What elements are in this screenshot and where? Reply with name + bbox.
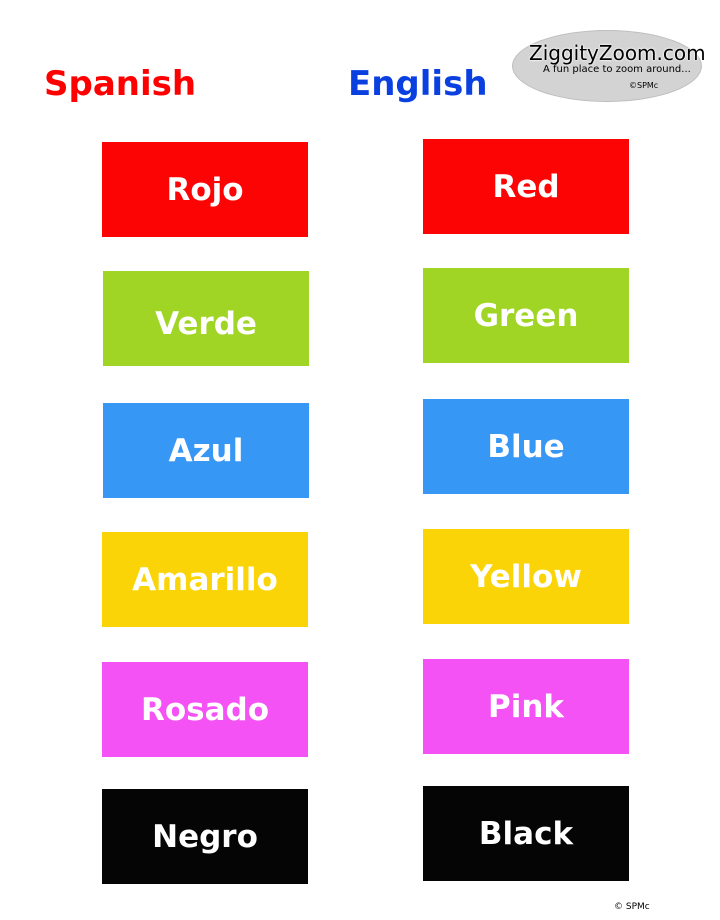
spanish-card: Rojo (102, 142, 308, 237)
card-label: Pink (487, 688, 565, 725)
footer-copyright: © SPMc (614, 902, 650, 912)
spanish-card: Rosado (102, 662, 308, 757)
logo-copyright: ©SPMc (629, 81, 659, 90)
card-label: Black (478, 815, 574, 852)
spanish-heading: Spanish (44, 64, 197, 104)
spanish-card: Amarillo (102, 532, 308, 627)
english-card: Yellow (423, 529, 629, 624)
english-heading: English (348, 64, 488, 104)
logo-tagline: A fun place to zoom around... (543, 64, 691, 75)
card-label: Rosado (140, 691, 270, 728)
spanish-card: Negro (102, 789, 308, 884)
spanish-card: Azul (103, 403, 309, 498)
ziggityzoom-logo: ZiggityZoom.com A fun place to zoom arou… (512, 30, 706, 102)
card-label: Red (492, 168, 560, 205)
logo-name: ZiggityZoom.com (529, 41, 706, 65)
card-label: Rojo (166, 171, 244, 208)
card-label: Yellow (470, 558, 582, 595)
english-card: Pink (423, 659, 629, 754)
card-label: Blue (487, 428, 565, 465)
card-label: Azul (168, 432, 244, 469)
card-label: Verde (155, 305, 257, 342)
spanish-card: Verde (103, 271, 309, 366)
english-card: Red (423, 139, 629, 234)
card-label: Green (473, 297, 579, 334)
english-card: Green (423, 268, 629, 363)
card-label: Negro (152, 818, 258, 855)
card-label: Amarillo (132, 561, 278, 598)
english-card: Blue (423, 399, 629, 494)
english-card: Black (423, 786, 629, 881)
